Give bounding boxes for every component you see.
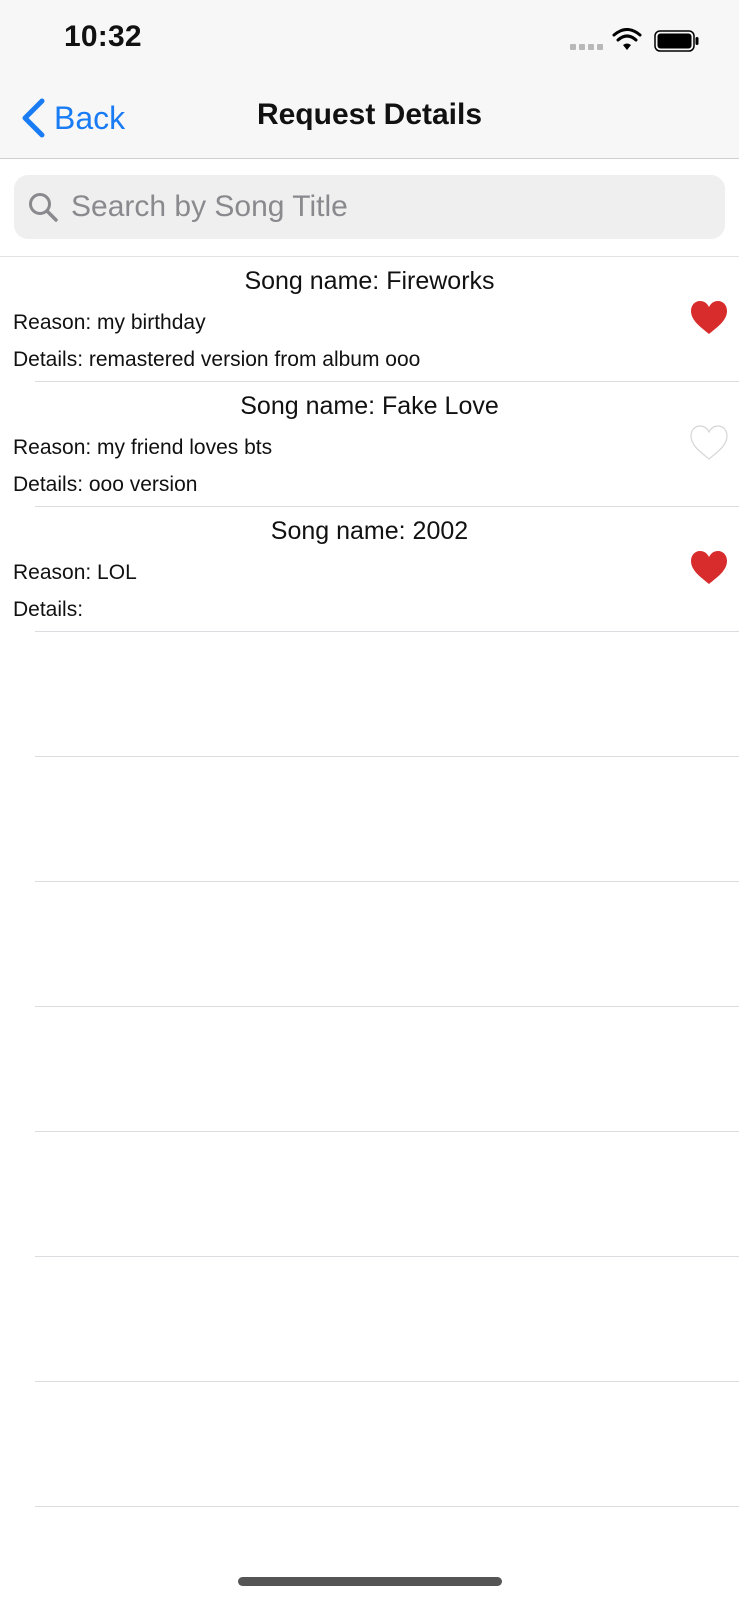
status-time: 10:32 bbox=[64, 20, 142, 53]
list-item[interactable]: Song name: Fireworks Reason: my birthday… bbox=[13, 257, 739, 382]
battery-icon bbox=[654, 30, 699, 52]
request-reason: Reason: LOL bbox=[13, 561, 137, 584]
search-bar[interactable] bbox=[14, 175, 725, 239]
request-list: Song name: Fireworks Reason: my birthday… bbox=[0, 257, 739, 1507]
home-indicator[interactable] bbox=[238, 1577, 502, 1586]
empty-row bbox=[35, 632, 739, 757]
heart-outline-icon[interactable] bbox=[689, 424, 729, 462]
empty-row bbox=[35, 1257, 739, 1382]
magnifier-icon bbox=[29, 193, 58, 222]
request-details: Details: bbox=[13, 598, 84, 621]
wifi-icon bbox=[612, 28, 642, 50]
page-title: Request Details bbox=[256, 98, 483, 131]
empty-row bbox=[35, 1382, 739, 1507]
heart-icon[interactable] bbox=[689, 549, 729, 587]
request-reason: Reason: my birthday bbox=[13, 311, 206, 334]
request-reason: Reason: my friend loves bts bbox=[13, 436, 273, 459]
cellular-signal-icon bbox=[570, 44, 603, 50]
empty-row bbox=[35, 1007, 739, 1132]
heart-icon[interactable] bbox=[689, 299, 729, 337]
navigation-bar: 10:32 Back Request Details bbox=[0, 0, 739, 159]
song-name: Song name: 2002 bbox=[270, 517, 469, 545]
list-item[interactable]: Song name: 2002 Reason: LOL Details: bbox=[13, 507, 739, 632]
empty-row bbox=[35, 882, 739, 1007]
search-input[interactable] bbox=[71, 190, 691, 224]
request-details: Details: ooo version bbox=[13, 473, 198, 496]
search-bar-container bbox=[0, 159, 739, 257]
empty-row bbox=[35, 1132, 739, 1257]
song-name: Song name: Fireworks bbox=[244, 267, 495, 295]
empty-row bbox=[35, 757, 739, 882]
list-item[interactable]: Song name: Fake Love Reason: my friend l… bbox=[13, 382, 739, 507]
request-details: Details: remastered version from album o… bbox=[13, 348, 421, 371]
song-name: Song name: Fake Love bbox=[240, 392, 499, 420]
